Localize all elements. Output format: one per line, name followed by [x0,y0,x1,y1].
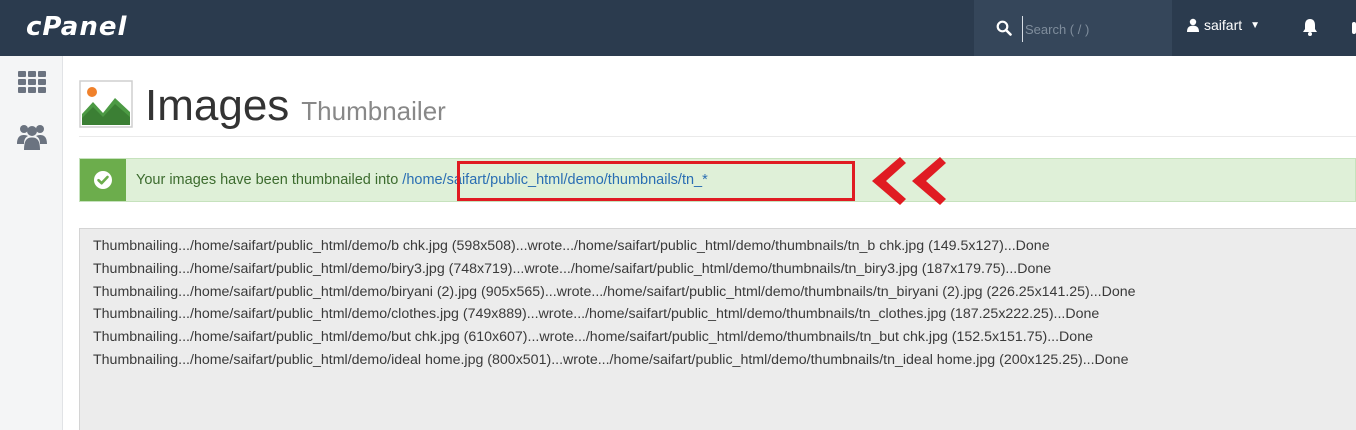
search-box [974,0,1172,56]
output-line: Thumbnailing.../home/saifart/public_html… [93,351,1129,368]
image-icon [79,80,133,128]
user-icon [1187,18,1199,32]
alert-icon-area [80,159,126,201]
search-icon [996,20,1012,36]
output-line: Thumbnailing.../home/saifart/public_html… [93,283,1136,300]
main-content: Images Thumbnailer Your images have been… [63,56,1356,430]
username-label: saifart [1204,17,1243,33]
output-line: Thumbnailing.../home/saifart/public_html… [93,306,1100,323]
output-line: Thumbnailing.../home/saifart/public_html… [93,329,1093,346]
double-arrow-left-icon [872,157,946,205]
search-input[interactable] [1022,16,1167,42]
check-circle-icon [94,171,112,189]
chevron-down-icon: ▼ [1250,19,1261,31]
user-menu[interactable]: saifart ▼ [1186,17,1260,33]
cpanel-logo[interactable]: cPanel [26,12,127,42]
users-icon[interactable] [16,120,48,152]
page-subtitle: Thumbnailer [301,96,446,126]
page-title: Images [145,81,290,130]
success-alert: Your images have been thumbnailed into /… [79,157,1356,205]
alert-message: Your images have been thumbnailed into [136,172,399,188]
red-highlight-box [457,161,855,201]
bell-icon[interactable] [1300,17,1320,37]
top-bar: cPanel saifart ▼ [0,0,1356,56]
output-line: Thumbnailing.../home/saifart/public_html… [93,260,1052,277]
thumbnail-output-log: Thumbnailing.../home/saifart/public_html… [79,228,1356,430]
output-line: Thumbnailing.../home/saifart/public_html… [93,238,1050,254]
partial-icon [1350,20,1356,36]
grid-icon[interactable] [16,68,48,100]
sidebar [0,56,63,430]
page-header: Images Thumbnailer [79,72,446,128]
header-divider [79,136,1356,137]
